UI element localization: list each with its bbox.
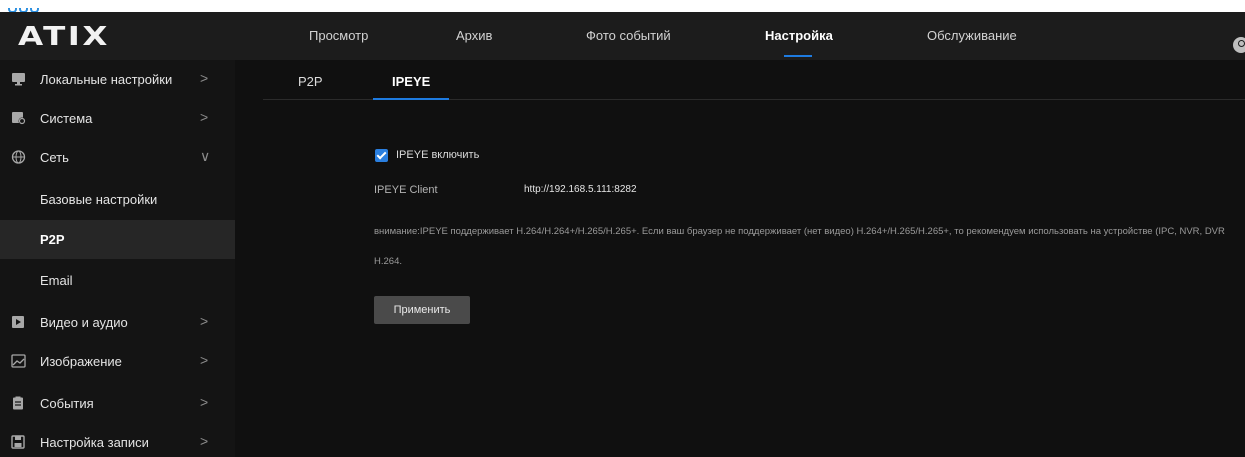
chevron-down-icon: ∨: [200, 148, 211, 164]
notice-line: внимание:IPEYE поддерживает H.264/H.264+…: [374, 226, 1225, 237]
nav-item-event-photos[interactable]: Фото событий: [586, 28, 671, 43]
chevron-right-icon: >: [200, 394, 209, 410]
chevron-right-icon: >: [200, 313, 209, 329]
nav-item-view[interactable]: Просмотр: [309, 28, 368, 43]
nav-item-settings[interactable]: Настройка: [765, 28, 833, 43]
sidebar-item-email[interactable]: Email: [0, 261, 235, 300]
ipeye-enable-checkbox[interactable]: [375, 149, 388, 162]
notice-line: H.264.: [374, 256, 402, 267]
network-globe-icon: [11, 150, 26, 164]
settings-content: P2P IPEYE IPEYE включить IPEYE Client ht…: [235, 60, 1245, 457]
image-icon: [11, 354, 26, 368]
tab-active-indicator: [373, 98, 449, 100]
sidebar-item-label: Локальные настройки: [40, 72, 173, 87]
nav-item-maintenance[interactable]: Обслуживание: [927, 28, 1017, 43]
sidebar-item-label: P2P: [40, 232, 65, 247]
chevron-right-icon: >: [200, 352, 209, 368]
sidebar-item-network[interactable]: Сеть ∨: [0, 138, 235, 177]
sidebar-item-label: Изображение: [40, 354, 122, 369]
sidebar-item-image[interactable]: Изображение >: [0, 342, 235, 381]
top-strip: [0, 0, 1245, 13]
sidebar-item-basic-settings[interactable]: Базовые настройки: [0, 180, 235, 219]
sidebar-item-system[interactable]: Система >: [0, 99, 235, 138]
compatibility-notice: внимание:IPEYE поддерживает H.264/H.264+…: [374, 217, 1245, 277]
sidebar-item-label: Видео и аудио: [40, 315, 128, 330]
sidebar-item-label: Настройка записи: [40, 435, 149, 450]
clipboard-icon: [13, 396, 23, 410]
settings-sidebar: Локальные настройки > Система > Сеть ∨ Б…: [0, 60, 235, 457]
sidebar-item-recording-settings[interactable]: Настройка записи >: [0, 423, 235, 457]
sidebar-item-video-audio[interactable]: Видео и аудио >: [0, 303, 235, 342]
atix-logo: ATIX: [18, 22, 110, 52]
tab-bar: P2P IPEYE: [263, 60, 1245, 100]
sidebar-item-label: Система: [40, 111, 93, 126]
save-disk-icon: [11, 435, 25, 449]
chevron-right-icon: >: [200, 109, 209, 125]
system-settings-icon: [12, 112, 26, 125]
sidebar-item-p2p[interactable]: P2P: [0, 220, 235, 259]
ipeye-enable-label: IPEYE включить: [396, 149, 480, 161]
chevron-right-icon: >: [200, 433, 209, 449]
monitor-icon: [12, 73, 25, 86]
top-navigation-bar: ATIX Просмотр Архив Фото событий Настрой…: [0, 12, 1245, 60]
sidebar-item-label: Базовые настройки: [40, 192, 158, 207]
sidebar-item-label: Сеть: [40, 150, 69, 165]
tab-p2p[interactable]: P2P: [298, 74, 323, 89]
video-play-icon: [12, 316, 24, 328]
nav-active-indicator: [784, 55, 812, 57]
apply-button[interactable]: Применить: [374, 296, 470, 324]
ipeye-client-label: IPEYE Client: [374, 184, 438, 196]
nav-item-archive[interactable]: Архив: [456, 28, 492, 43]
sidebar-item-label: Email: [40, 273, 73, 288]
chevron-right-icon: >: [200, 70, 209, 86]
user-icon[interactable]: [1233, 37, 1245, 53]
sidebar-item-events[interactable]: События >: [0, 384, 235, 423]
tab-ipeye[interactable]: IPEYE: [392, 74, 430, 89]
sidebar-item-local-settings[interactable]: Локальные настройки >: [0, 60, 235, 99]
ipeye-client-link[interactable]: http://192.168.5.111:8282: [524, 184, 637, 195]
sidebar-item-label: События: [40, 396, 94, 411]
decorative-border-icon: [8, 0, 50, 13]
